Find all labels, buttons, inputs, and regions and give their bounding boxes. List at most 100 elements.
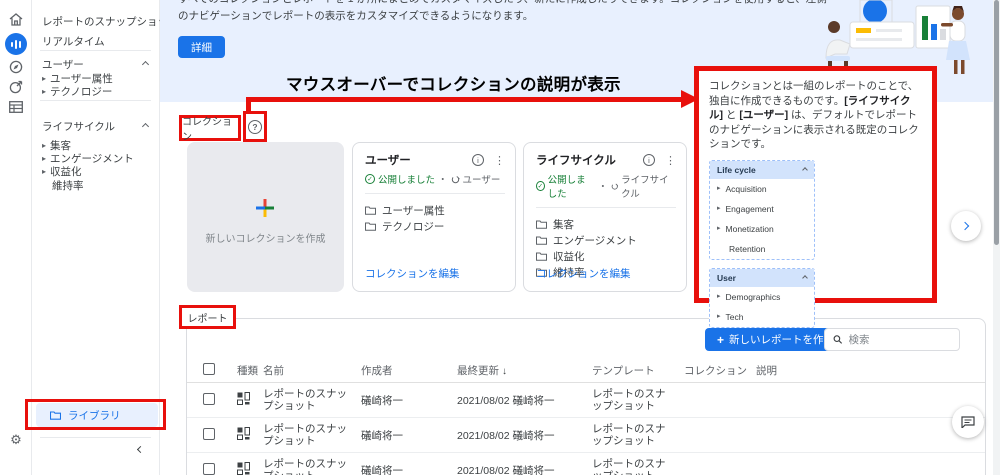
status-target: ユーザー [463,172,501,186]
ga4-library-screen: ⚙ レポートのスナップショット リアルタイム ユーザー ▸ユーザー属性 ▸テクノ… [0,0,1000,475]
sidebar-section-user[interactable]: ユーザー [32,57,160,72]
cell-template: レポートのスナップショット [592,423,684,448]
dot-separator: ・ [438,172,448,186]
details-button[interactable]: 詳細 [178,36,225,58]
topic-label: エンゲージメント [553,233,637,248]
tooltip-text-part: と [723,109,739,121]
row-checkbox[interactable] [203,428,215,440]
library-red-box [25,399,166,430]
banner-illustration [820,0,970,76]
reports-icon[interactable] [5,33,27,55]
more-menu-icon[interactable]: ⋮ [494,154,505,167]
col-header-description[interactable]: 説明 [756,363,985,378]
published-check-icon: ✓ [365,174,375,184]
collection-description-tooltip: コレクションとは一組のレポートのことで、独自に作成できるものです。[ライフサイク… [694,66,937,303]
col-header-template[interactable]: テンプレート [592,363,684,378]
tooltip-nav-item: ▸Tech [710,307,814,327]
edit-collection-link[interactable]: コレクションを編集 [536,266,631,281]
sidebar-item-retention[interactable]: 維持率 [32,178,160,193]
row-checkbox[interactable] [203,463,215,475]
nav-item-label: Tech [726,312,744,322]
col-header-type[interactable]: 種類 [237,363,263,378]
create-collection-card[interactable]: 新しいコレクションを作成 [187,142,344,292]
row-checkbox[interactable] [203,393,215,405]
table-row[interactable]: レポートのスナップショット 礒崎将一 2021/08/02 礒崎将一 レポートの… [187,418,985,453]
more-menu-icon[interactable]: ⋮ [665,154,676,167]
tooltip-nav-item: Retention [710,239,814,259]
bar-chart-bar [11,42,14,47]
card-title: ライフサイクル [536,152,643,168]
collections-section-label: コレクション [182,118,238,138]
divider [40,437,151,438]
sidebar-item-snapshot[interactable]: レポートのスナップショット [32,14,160,29]
home-icon[interactable] [0,13,32,31]
tooltip-nav-item: ▸ Monetization [710,219,814,239]
edit-collection-link[interactable]: コレクションを編集 [365,266,460,281]
collection-card-lifecycle: ライフサイクル i ⋮ ✓ 公開しました ・ ライフサイクル 集客 エンゲージメ… [523,142,687,292]
info-icon[interactable]: i [643,154,655,166]
check-glyph: ✓ [538,182,543,190]
report-type-icon [237,427,250,440]
item-label: 収益化 [50,164,82,179]
col-header-name[interactable]: 名前 [263,363,361,378]
tooltip-group-header: Life cycle [710,161,814,179]
help-glyph: ? [252,122,257,132]
nav-item-label: Retention [729,244,765,254]
admin-gear-icon[interactable]: ⚙ [0,431,32,449]
chevron-right-icon [961,222,969,230]
next-cards-button[interactable] [951,211,981,241]
collapse-sidebar-button[interactable] [132,441,148,457]
updated-label: 最終更新 [457,365,499,377]
collection-topic: エンゲージメント [536,232,674,248]
arrow-right-icon: ▸ [42,142,46,150]
collection-topic: ユーザー属性 [365,202,503,218]
search-input[interactable] [849,334,951,346]
arrow-right-icon: ▸ [717,205,721,212]
section-label: ユーザー [42,57,84,72]
explore-icon[interactable] [0,60,32,78]
cell-template: レポートのスナップショット [592,388,684,413]
chevron-left-icon [136,445,143,452]
cell-updated: 2021/08/02 礒崎将一 [457,393,592,408]
arrow-right-icon: ▸ [42,88,46,96]
cell-creator: 礒崎将一 [361,463,457,475]
collection-topic: 収益化 [536,248,674,264]
sort-desc-icon: ↓ [502,366,507,377]
col-header-creator[interactable]: 作成者 [361,363,457,378]
configure-icon[interactable] [0,101,32,119]
col-header-updated[interactable]: 最終更新↓ [457,363,592,378]
advertising-icon[interactable] [0,80,32,98]
feedback-button[interactable] [952,406,984,438]
cell-name: レポートのスナップショット [263,388,361,413]
group-title: Life cycle [717,165,756,175]
sidebar-item-realtime[interactable]: リアルタイム [32,34,160,49]
tooltip-nav-item: ▸Acquisition [710,179,814,199]
select-all-checkbox[interactable] [203,363,215,375]
collection-topic: 集客 [536,216,674,232]
reports-section-label: レポート [182,308,233,326]
sidebar-item-monetization[interactable]: ▸収益化 [32,164,160,179]
scrollbar-thumb[interactable] [994,0,999,245]
help-icon[interactable]: ? [248,120,262,134]
info-glyph: i [648,156,650,165]
table-row[interactable]: レポートのスナップショット 礒崎将一 2021/08/02 礒崎将一 レポートの… [187,383,985,418]
nav-item-label: Monetization [726,224,774,234]
banner-text-line1: すべてのコレクションとレポートを 1 か所にまとめてカスタマイズしたり、新たに作… [178,0,858,7]
topic-label: テクノロジー [382,219,444,234]
create-collection-label: 新しいコレクションを作成 [187,230,344,245]
arrow-right-icon: ▸ [717,185,721,192]
tooltip-bold-user: [ユーザー] [739,109,788,121]
check-glyph: ✓ [367,175,372,183]
vertical-scrollbar[interactable] [993,0,1000,475]
gear-glyph: ⚙ [10,432,22,447]
report-type-icon [237,392,250,405]
published-check-icon: ✓ [536,181,545,191]
dot-separator: ・ [598,179,608,193]
sidebar-section-lifecycle[interactable]: ライフサイクル [32,119,160,134]
sidebar-item-tech[interactable]: ▸テクノロジー [32,84,160,99]
info-icon[interactable]: i [472,154,484,166]
arrow-right-icon: ▸ [717,225,721,232]
col-header-collection[interactable]: コレクション [684,363,756,378]
table-row[interactable]: レポートのスナップショット 礒崎将一 2021/08/02 礒崎将一 レポートの… [187,453,985,475]
arrow-right-icon: ▸ [42,155,46,163]
